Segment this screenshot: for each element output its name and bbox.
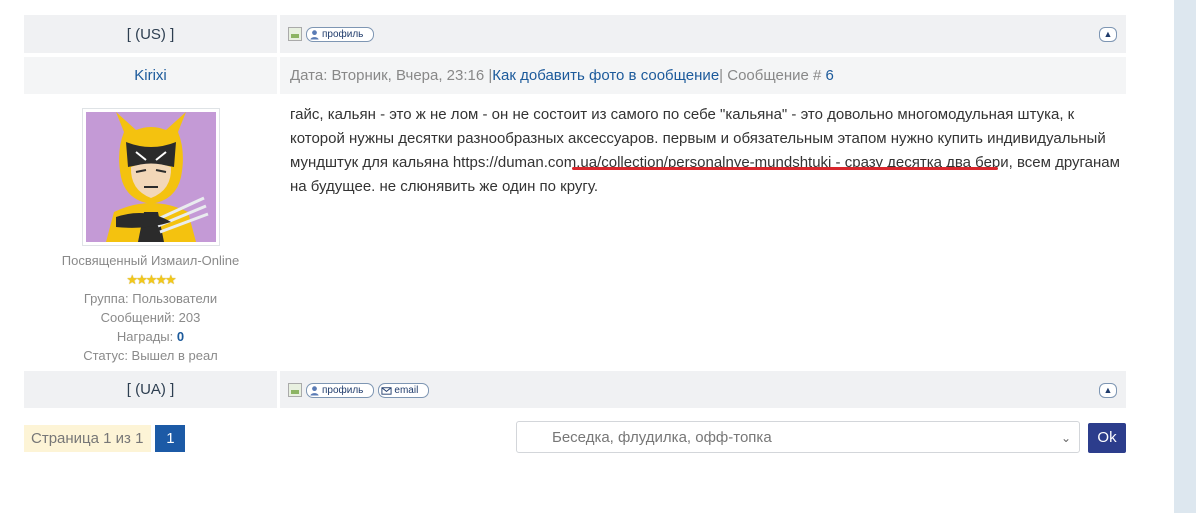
avatar[interactable] — [81, 108, 220, 246]
pagination-current-page[interactable]: 1 — [155, 425, 186, 452]
person-icon — [310, 385, 319, 396]
link-highlight-underline — [572, 167, 998, 170]
post-content: гайс, кальян - это ж не лом - он не сост… — [280, 95, 1126, 370]
forum-jump-select[interactable]: Беседка, флудилка, офф-топка ⌄ — [516, 421, 1080, 453]
profile-button[interactable]: профиль — [306, 26, 375, 42]
post-text: гайс, кальян - это ж не лом - он не сост… — [290, 103, 1120, 199]
post-msg-label: | Сообщение # — [719, 67, 826, 84]
profile-button[interactable]: профиль — [306, 382, 375, 398]
chevron-down-icon: ⌄ — [1060, 431, 1071, 445]
user-awards: Награды: 0 — [24, 327, 277, 346]
post-lang: [ (UA) ] — [126, 381, 175, 398]
arrow-up-icon: ▲ — [1103, 29, 1113, 39]
envelope-icon — [381, 386, 392, 395]
post-body-row: Посвященный Измаил-Online ★★★★★ Группа: … — [24, 95, 1126, 371]
howto-photo-link[interactable]: Как добавить фото в сообщение — [492, 67, 719, 84]
post-date: Дата: Вторник, Вчера, 23:16 | — [290, 67, 493, 84]
page-side-strip — [1174, 0, 1196, 513]
user-messages-count: Сообщений: 203 — [100, 310, 201, 325]
profile-button-label: профиль — [322, 384, 364, 396]
user-awards-value[interactable]: 0 — [177, 329, 184, 344]
post-meta: Дата: Вторник, Вчера, 23:16 |Как добавит… — [280, 57, 1126, 94]
prev-post-lang: [ (US) ] — [126, 26, 175, 43]
broken-image-icon — [288, 383, 302, 397]
broken-image-icon — [288, 27, 302, 41]
post-actions: профиль email ▲ — [280, 371, 1126, 408]
prev-post-actions: профиль ▲ — [280, 15, 1126, 53]
pagination-label: Страница 1 из 1 — [24, 425, 152, 452]
pagination: Страница 1 из 1 1 — [24, 425, 186, 452]
profile-button-label: профиль — [322, 28, 364, 40]
user-status: Статус: Вышел в реал — [83, 348, 218, 363]
post-author-cell: Kirixi — [24, 57, 277, 94]
post-footer-row: [ (UA) ] профиль email ▲ — [24, 371, 1126, 409]
person-icon — [310, 29, 319, 40]
user-awards-label: Награды: — [116, 329, 177, 344]
post-lang-cell: [ (UA) ] — [24, 371, 277, 408]
email-button[interactable]: email — [378, 382, 430, 398]
forum-jump-selected: Беседка, флудилка, офф-топка — [552, 429, 772, 446]
post-header-row: Kirixi Дата: Вторник, Вчера, 23:16 |Как … — [24, 57, 1126, 95]
prev-post-footer-row: [ (US) ] профиль ▲ — [24, 15, 1126, 54]
email-button-label: email — [394, 384, 419, 396]
user-info-panel: Посвященный Измаил-Online ★★★★★ Группа: … — [24, 95, 277, 370]
scroll-up-button[interactable]: ▲ — [1099, 383, 1117, 398]
avatar-image — [85, 112, 216, 242]
scroll-up-button[interactable]: ▲ — [1099, 27, 1117, 42]
prev-post-lang-cell: [ (US) ] — [24, 15, 277, 53]
forum-jump-ok-button[interactable]: Ok — [1088, 423, 1126, 453]
user-group: Группа: Пользователи — [83, 291, 218, 306]
user-rank-title: Посвященный Измаил-Online — [61, 253, 240, 268]
rating-stars-icon: ★★★★★ — [126, 272, 176, 287]
post-number-link[interactable]: 6 — [826, 67, 834, 84]
author-nickname-link[interactable]: Kirixi — [134, 67, 167, 84]
forum-post-table: [ (US) ] профиль ▲ Kirixi Дата: Вторник,… — [24, 15, 1126, 409]
arrow-up-icon: ▲ — [1103, 385, 1113, 395]
